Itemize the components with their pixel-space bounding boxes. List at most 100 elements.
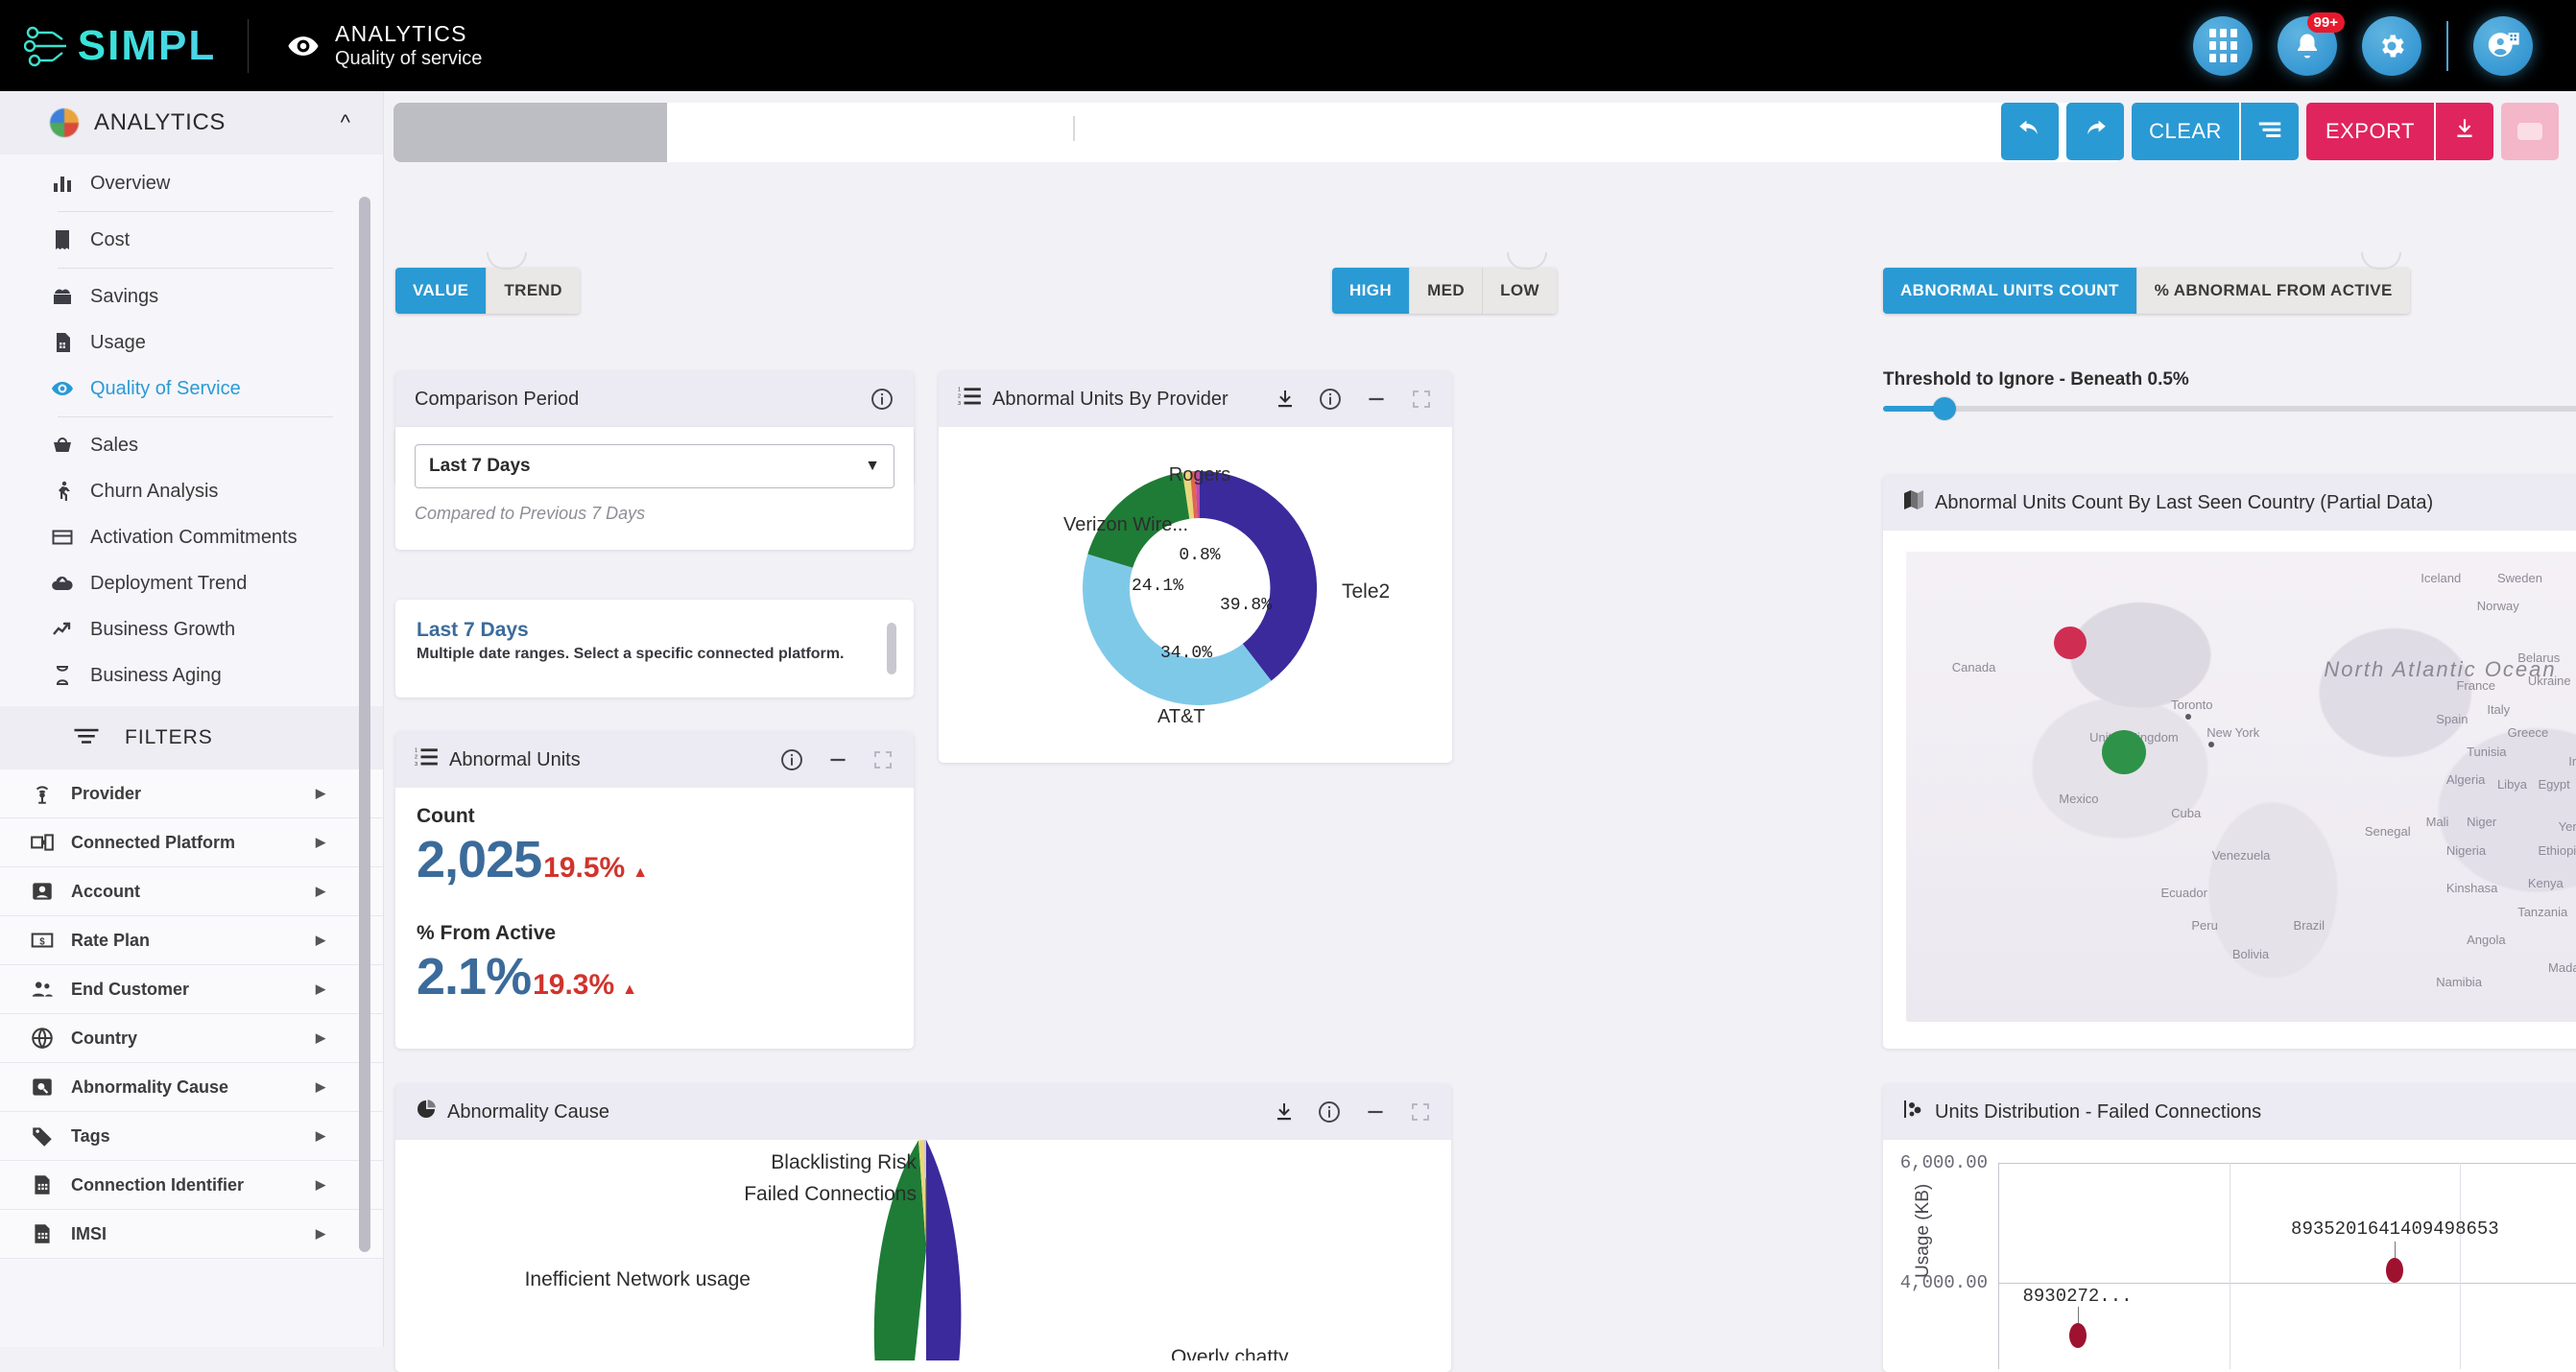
brand-name: SIMPL	[77, 21, 217, 69]
receipt-icon	[50, 227, 75, 252]
chevron-right-icon[interactable]: ▶	[316, 1030, 325, 1046]
filter-end-customer[interactable]: End Customer ▶	[0, 965, 383, 1014]
chevron-right-icon[interactable]: ▶	[316, 982, 325, 997]
search-input[interactable]	[667, 103, 2121, 162]
sidebar-scrollbar[interactable]	[359, 197, 370, 1252]
threshold-knob[interactable]	[1933, 397, 1956, 420]
redo-button[interactable]	[2066, 103, 2125, 160]
comparison-period-select[interactable]: Last 7 Days ▼	[415, 444, 894, 488]
search-chip[interactable]	[394, 103, 667, 162]
info-icon[interactable]	[870, 387, 894, 412]
people-icon	[29, 976, 56, 1003]
sidebar-item-sales[interactable]: Sales	[0, 422, 383, 468]
sidebar-item-activation-commitments[interactable]: Activation Commitments	[0, 514, 383, 560]
sidebar-item-churn-analysis[interactable]: Churn Analysis	[0, 468, 383, 514]
undo-icon	[2015, 117, 2044, 146]
date-range-scrollbar[interactable]	[887, 623, 896, 674]
tab-value[interactable]: VALUE	[395, 268, 488, 314]
sidebar-item-usage[interactable]: Usage	[0, 319, 383, 366]
card-title: Units Distribution - Failed Connections	[1935, 1100, 2262, 1123]
filter-country[interactable]: Country ▶	[0, 1014, 383, 1063]
map-label: Peru	[2191, 918, 2218, 934]
chevron-right-icon[interactable]: ▶	[316, 933, 325, 948]
tab-high[interactable]: HIGH	[1332, 268, 1411, 314]
data-point[interactable]	[2068, 1323, 2087, 1348]
undo-button[interactable]	[2001, 103, 2060, 160]
export-button[interactable]: EXPORT	[2305, 103, 2434, 160]
apps-grid-icon[interactable]	[2193, 15, 2253, 76]
download-icon[interactable]	[1274, 388, 1297, 411]
filter-provider[interactable]: Provider ▶	[0, 769, 383, 818]
filter-account[interactable]: Account ▶	[0, 867, 383, 916]
basket-icon	[50, 433, 75, 458]
divider	[58, 211, 333, 212]
clear-button[interactable]: CLEAR	[2132, 103, 2239, 160]
sidebar-section-header[interactable]: ANALYTICS ^	[0, 91, 383, 154]
minimize-icon[interactable]	[825, 747, 850, 772]
data-point[interactable]	[2386, 1258, 2404, 1283]
map-marker-united-states[interactable]	[2101, 730, 2146, 775]
tab-abnormal-units-count[interactable]: ABNORMAL UNITS COUNT	[1883, 268, 2137, 314]
world-map[interactable]: North Atlantic Ocean Indian Canada Unite…	[1906, 552, 2576, 1022]
expand-icon[interactable]	[1410, 388, 1433, 411]
comparison-period-body: Last 7 Days ▼ Compared to Previous 7 Day…	[395, 427, 914, 550]
filter-label: Rate Plan	[71, 930, 151, 950]
threshold-track[interactable]	[1883, 397, 2576, 420]
minimize-icon[interactable]	[1363, 1100, 1388, 1124]
chevron-right-icon[interactable]: ▶	[316, 1079, 325, 1095]
sidebar-item-savings[interactable]: Savings	[0, 273, 383, 319]
tab-med[interactable]: MED	[1410, 268, 1484, 314]
chevron-right-icon[interactable]: ▶	[316, 1177, 325, 1193]
circuit-icon	[23, 24, 78, 68]
chevron-right-icon[interactable]: ▶	[316, 835, 325, 850]
clear-options-button[interactable]	[2240, 103, 2299, 160]
chat-toggle-button[interactable]	[2501, 103, 2559, 160]
chevron-right-icon[interactable]: ▶	[316, 884, 325, 899]
bell-icon[interactable]: 99+	[2278, 12, 2345, 76]
filter-rate-plan[interactable]: $ Rate Plan ▶	[0, 916, 383, 965]
chevron-right-icon[interactable]: ▶	[316, 1226, 325, 1242]
pie-label-inefficient-network-usage: Inefficient Network usage	[525, 1268, 751, 1290]
tab-trend[interactable]: TREND	[487, 268, 580, 314]
map-label: Tanzania	[2517, 904, 2568, 919]
chevron-up-icon[interactable]: ^	[341, 110, 350, 135]
filter-abnormality-cause[interactable]: Abnormality Cause ▶	[0, 1063, 383, 1112]
sidebar-item-business-aging[interactable]: Business Aging	[0, 652, 383, 698]
divider	[58, 416, 333, 417]
info-icon[interactable]	[779, 747, 804, 772]
filter-tags[interactable]: Tags ▶	[0, 1112, 383, 1161]
expand-icon[interactable]	[871, 748, 894, 771]
chevron-right-icon[interactable]: ▶	[316, 1128, 325, 1144]
map-label: Iceland	[2421, 570, 2462, 585]
pie-label-overly-chatty: Overly chatty	[1171, 1346, 1289, 1360]
download-icon[interactable]	[1273, 1100, 1296, 1124]
tab-low[interactable]: LOW	[1483, 268, 1557, 314]
tag-icon	[29, 1123, 56, 1149]
export-download-button[interactable]	[2436, 103, 2493, 160]
date-range-card[interactable]: Last 7 Days Multiple date ranges. Select…	[395, 600, 914, 698]
sidebar-item-deployment-trend[interactable]: Deployment Trend	[0, 560, 383, 606]
sidebar-item-business-growth[interactable]: Business Growth	[0, 606, 383, 652]
filter-connection-identifier[interactable]: Connection Identifier ▶	[0, 1161, 383, 1210]
filter-imsi[interactable]: IMSI ▶	[0, 1210, 383, 1259]
chevron-right-icon[interactable]: ▶	[316, 786, 325, 801]
sidebar-item-overview[interactable]: Overview	[0, 160, 383, 206]
sidebar-item-quality-of-service[interactable]: Quality of Service	[0, 366, 383, 412]
svg-text:3: 3	[415, 762, 417, 768]
info-icon[interactable]	[1318, 387, 1343, 412]
map-marker-canada[interactable]	[2053, 627, 2087, 660]
tab-pct-abnormal-from-active[interactable]: % ABNORMAL FROM ACTIVE	[2136, 268, 2410, 314]
brand-logo[interactable]: SIMPL	[0, 22, 240, 70]
gear-icon[interactable]	[2362, 15, 2421, 76]
filter-label: Connected Platform	[71, 832, 236, 852]
info-icon[interactable]	[1317, 1100, 1342, 1124]
map-label: Bolivia	[2231, 946, 2270, 961]
filter-connected-platform[interactable]: Connected Platform ▶	[0, 818, 383, 867]
scatter-plot: 6,000.00 4,000.00 Usage (KB) 89352016414…	[1900, 1152, 2576, 1369]
filter-list-icon	[71, 725, 102, 750]
account-building-icon[interactable]	[2473, 15, 2533, 76]
expand-icon[interactable]	[1409, 1100, 1432, 1124]
map-label: Toronto	[2171, 697, 2213, 712]
sidebar-item-cost[interactable]: Cost	[0, 217, 383, 263]
minimize-icon[interactable]	[1364, 387, 1389, 412]
